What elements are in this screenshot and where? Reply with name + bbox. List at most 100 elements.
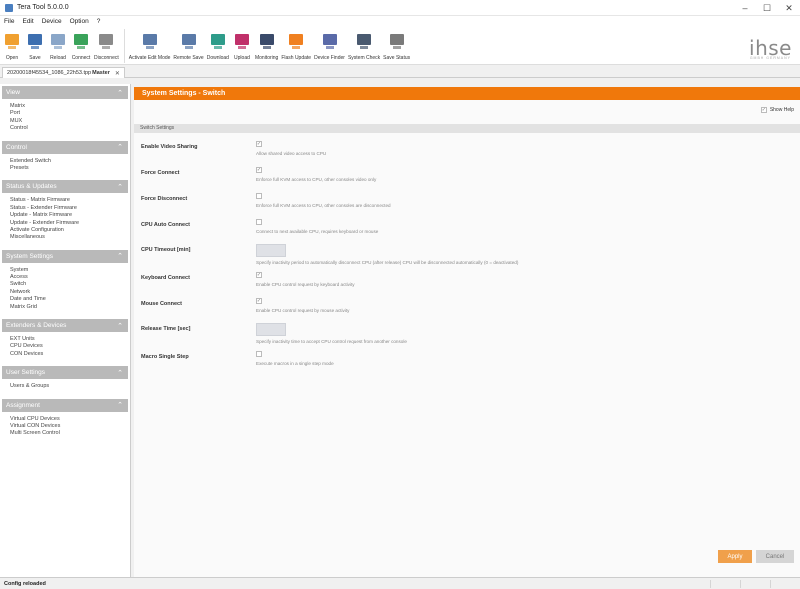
sidebar-item[interactable]: Virtual CPU Devices — [10, 416, 130, 423]
sidebar-item[interactable]: Status - Extender Firmware — [10, 205, 130, 212]
cancel-button[interactable]: Cancel — [756, 550, 794, 563]
setting-number-input[interactable] — [256, 323, 286, 336]
sidebar-item[interactable]: Update - Extender Firmware — [10, 220, 130, 227]
apply-button[interactable]: Apply — [718, 550, 752, 563]
setting-checkbox[interactable]: ✓ — [256, 167, 262, 173]
sidebar-item[interactable]: Control — [10, 125, 130, 132]
sidebar-section-items: Users & Groups — [0, 379, 130, 396]
sidebar-item[interactable]: Status - Matrix Firmware — [10, 197, 130, 204]
reload-button[interactable]: Reload — [48, 27, 68, 61]
sidebar-item[interactable]: Access — [10, 274, 130, 281]
sidebar-section-header[interactable]: Extenders & Devices ⌃ — [2, 319, 128, 333]
sidebar-section-header[interactable]: System Settings ⌃ — [2, 249, 128, 263]
menu-option[interactable]: Option — [70, 18, 89, 25]
setting-row: Force Disconnect Enforce full KVM access … — [134, 192, 800, 218]
setting-checkbox[interactable]: ✓ — [256, 141, 262, 147]
sidebar-item[interactable]: Activate Configuration — [10, 227, 130, 234]
setting-checkbox[interactable] — [256, 351, 262, 357]
sidebar-item[interactable]: Users & Groups — [10, 383, 130, 390]
sidebar-item[interactable]: Virtual CON Devices — [10, 423, 130, 430]
sidebar-item[interactable]: MUX — [10, 118, 130, 125]
remote-save-button[interactable]: Remote Save — [173, 27, 204, 61]
edit-mode-button[interactable]: Activate Edit Mode — [129, 27, 170, 61]
device-finder-icon — [320, 30, 340, 52]
setting-number-input[interactable] — [256, 244, 286, 257]
sidebar-item[interactable]: System — [10, 267, 130, 274]
minimize-button[interactable]: – — [734, 0, 756, 16]
setting-row: CPU Auto Connect Connect to next availabl… — [134, 218, 800, 244]
toolbar-label: Monitoring — [254, 55, 279, 61]
setting-label: Force Connect — [141, 170, 180, 176]
menu-edit[interactable]: Edit — [22, 18, 33, 25]
sidebar-item[interactable]: Presets — [10, 165, 130, 172]
sidebar-section-items: EXT Units CPU Devices CON Devices — [0, 332, 130, 364]
sidebar-section-items: Virtual CPU Devices Virtual CON Devices Mu… — [0, 412, 130, 444]
sidebar-item[interactable]: Network — [10, 289, 130, 296]
toolbar-label: Disconnect — [94, 55, 119, 61]
chevron-up-icon: ⌃ — [117, 253, 123, 261]
toolbar-label: Save Status — [383, 55, 411, 61]
sidebar-item[interactable]: Update - Matrix Firmware — [10, 212, 130, 219]
sidebar-section-items: Matrix Port MUX Control — [0, 99, 130, 139]
sidebar-item[interactable]: Miscellaneous — [10, 234, 130, 241]
sidebar-section-header[interactable]: User Settings ⌃ — [2, 366, 128, 380]
connect-button[interactable]: Connect — [71, 27, 91, 61]
menu-help[interactable]: ? — [97, 18, 101, 25]
sidebar-item[interactable]: Extended Switch — [10, 158, 130, 165]
maximize-button[interactable]: ☐ — [756, 0, 778, 16]
sidebar-item[interactable]: CPU Devices — [10, 343, 130, 350]
open-folder-icon — [2, 30, 22, 52]
monitor-icon — [257, 30, 277, 52]
setting-label: Mouse Connect — [141, 301, 182, 307]
system-check-button[interactable]: System Check — [348, 27, 380, 61]
sidebar-section-header[interactable]: View ⌃ — [2, 86, 128, 99]
menu-device[interactable]: Device — [42, 18, 62, 25]
tab-config-file[interactable]: 20200018f45534_1086_22h53.tpp Master ✕ — [2, 67, 125, 78]
edit-mode-icon — [140, 30, 160, 52]
chevron-up-icon: ⌃ — [117, 322, 123, 330]
upload-icon — [232, 30, 252, 52]
tab-close-icon[interactable]: ✕ — [115, 70, 120, 77]
menu-file[interactable]: File — [4, 18, 14, 25]
toolbar-label: System Check — [347, 55, 381, 61]
setting-checkbox[interactable] — [256, 219, 262, 225]
show-help-toggle[interactable]: ✓ Show Help — [760, 107, 794, 113]
system-check-icon — [354, 30, 374, 52]
sidebar-item[interactable]: EXT Units — [10, 336, 130, 343]
disconnect-icon — [96, 30, 116, 52]
setting-checkbox[interactable]: ✓ — [256, 272, 262, 278]
sidebar-item[interactable]: Date and Time — [10, 296, 130, 303]
logo-subtitle: GMBH GERMANY — [749, 56, 791, 60]
setting-row: Force Connect ✓ Enforce full KVM access to… — [134, 166, 800, 192]
toolbar-label: Save — [29, 55, 41, 61]
chevron-up-icon: ⌃ — [117, 402, 123, 410]
sidebar-item[interactable]: Port — [10, 110, 130, 117]
chevron-up-icon: ⌃ — [117, 89, 123, 97]
disconnect-button[interactable]: Disconnect — [94, 27, 119, 61]
sidebar-section-header[interactable]: Assignment ⌃ — [2, 398, 128, 412]
download-button[interactable]: Download — [207, 27, 229, 61]
save-status-button[interactable]: Save Status — [383, 27, 410, 61]
sidebar-item[interactable]: CON Devices — [10, 351, 130, 358]
flash-update-icon — [286, 30, 306, 52]
monitor-button[interactable]: Monitoring — [255, 27, 278, 61]
sidebar-section-header[interactable]: Status & Updates ⌃ — [2, 180, 128, 194]
open-folder-button[interactable]: Open — [2, 27, 22, 61]
setting-checkbox[interactable] — [256, 193, 262, 199]
flash-update-button[interactable]: Flash Update — [281, 27, 311, 61]
sidebar-item[interactable]: Matrix Grid — [10, 304, 130, 311]
setting-checkbox[interactable]: ✓ — [256, 298, 262, 304]
sidebar-item[interactable]: Multi Screen Control — [10, 430, 130, 437]
sidebar-section-header[interactable]: Control ⌃ — [2, 140, 128, 154]
upload-button[interactable]: Upload — [232, 27, 252, 61]
device-finder-button[interactable]: Device Finder — [314, 27, 345, 61]
sidebar-item[interactable]: Switch — [10, 281, 130, 288]
show-help-checkbox[interactable]: ✓ — [760, 107, 767, 113]
sidebar-item[interactable]: Matrix — [10, 103, 130, 110]
close-window-button[interactable]: ✕ — [778, 0, 800, 16]
toolbar-label: Remote Save — [173, 55, 204, 61]
save-disk-button[interactable]: Save — [25, 27, 45, 61]
setting-help-text: Enforce full KVM access to CPU, other co… — [256, 177, 377, 182]
download-icon — [208, 30, 228, 52]
toolbar-label: Reload — [50, 55, 66, 61]
